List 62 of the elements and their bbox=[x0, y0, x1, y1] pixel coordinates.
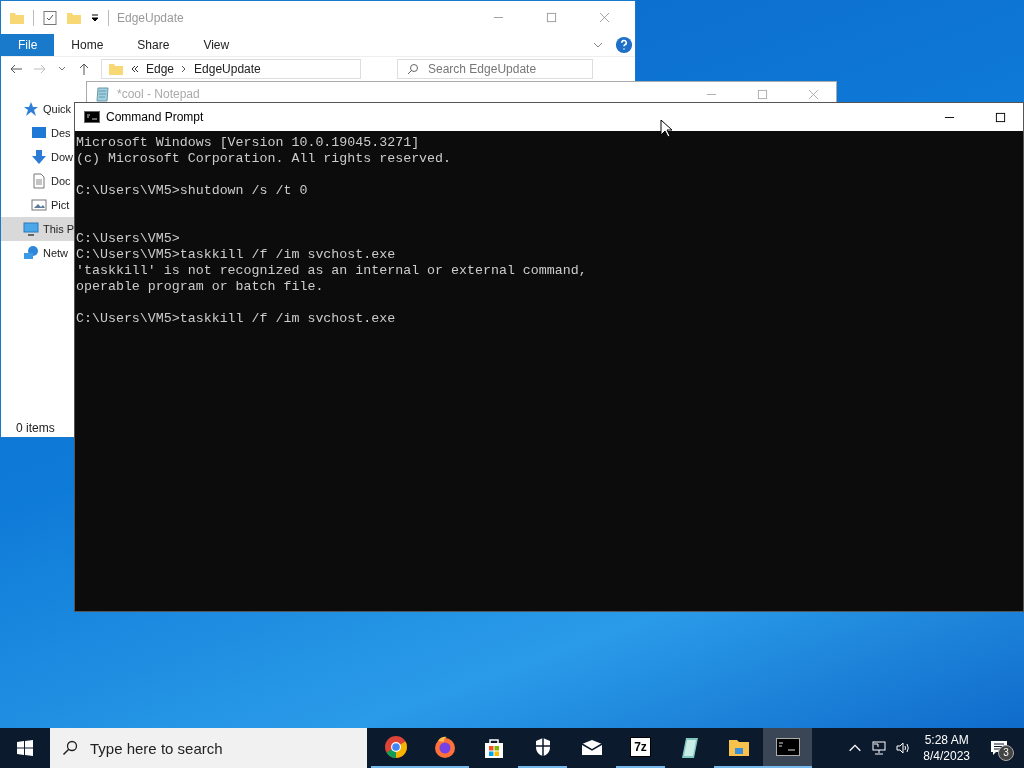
taskbar-search-field[interactable]: Type here to search bbox=[50, 728, 367, 768]
breadcrumb[interactable]: Edge bbox=[146, 62, 175, 76]
console-icon bbox=[84, 111, 100, 123]
nav-item[interactable]: This P bbox=[1, 217, 74, 241]
overflow-chevron-icon[interactable] bbox=[130, 64, 140, 74]
fox-icon bbox=[432, 735, 457, 759]
console-line: operable program or batch file. bbox=[76, 279, 324, 295]
clock[interactable]: 5:28 AM 8/4/2023 bbox=[923, 732, 970, 764]
maximize-icon[interactable] bbox=[995, 111, 1006, 123]
network-icon bbox=[23, 245, 39, 261]
taskbar-app[interactable]: 7z bbox=[616, 728, 665, 768]
ribbon-tab[interactable]: Home bbox=[54, 34, 121, 56]
nav-item[interactable]: Netw bbox=[1, 241, 74, 265]
window-title: Command Prompt bbox=[106, 110, 204, 124]
ribbon-tab[interactable]: View bbox=[186, 34, 247, 56]
ribbon-tab[interactable]: File bbox=[1, 34, 55, 56]
search-field[interactable]: Search EdgeUpdate bbox=[397, 59, 593, 79]
desktop-icon bbox=[31, 125, 47, 141]
document-icon bbox=[31, 173, 47, 189]
search-icon bbox=[62, 740, 78, 756]
notification-count: 3 bbox=[998, 745, 1014, 761]
address-bar[interactable]: Edge EdgeUpdate bbox=[101, 59, 361, 79]
help-icon[interactable] bbox=[615, 36, 633, 54]
nav-item[interactable]: Doc bbox=[1, 169, 74, 193]
notepad-icon bbox=[95, 86, 111, 102]
window-title: EdgeUpdate bbox=[117, 10, 184, 25]
archive-icon: 7z bbox=[630, 737, 651, 757]
network-icon[interactable] bbox=[871, 740, 888, 756]
pictures-icon bbox=[31, 197, 47, 213]
folder-icon bbox=[108, 61, 124, 77]
console-line: 'taskkill' is not recognized as an internal or external command, bbox=[76, 263, 587, 279]
computer-icon bbox=[23, 221, 39, 237]
chevron-icon[interactable] bbox=[593, 40, 603, 50]
dropdown-icon[interactable] bbox=[90, 12, 100, 23]
volume-icon[interactable] bbox=[895, 740, 912, 756]
ribbon-tab[interactable]: Share bbox=[120, 34, 187, 56]
nav-item[interactable]: Des bbox=[1, 121, 74, 145]
star-icon bbox=[23, 101, 39, 117]
close-icon[interactable] bbox=[599, 12, 610, 23]
console-line: C:\Users\VM5>taskkill /f /im svchost.exe bbox=[76, 247, 396, 263]
download-icon bbox=[31, 149, 47, 165]
chrome-icon bbox=[383, 735, 408, 759]
status-text: 0 items bbox=[16, 421, 55, 435]
back-icon[interactable] bbox=[9, 62, 23, 76]
window-title: *cool - Notepad bbox=[117, 87, 200, 101]
date-text: 8/4/2023 bbox=[923, 748, 970, 764]
properties-icon[interactable] bbox=[42, 9, 58, 26]
up-icon[interactable] bbox=[77, 62, 91, 76]
breadcrumb[interactable]: EdgeUpdate bbox=[194, 62, 261, 76]
nav-item[interactable]: Quick bbox=[1, 97, 74, 121]
console-icon bbox=[775, 735, 800, 759]
time-text: 5:28 AM bbox=[924, 732, 969, 748]
nav-item[interactable]: Dow bbox=[1, 145, 74, 169]
search-icon bbox=[407, 63, 419, 75]
nav-item[interactable]: Pict bbox=[1, 193, 74, 217]
start-icon[interactable] bbox=[17, 740, 33, 756]
console-line: Microsoft Windows [Version 10.0.19045.3271] bbox=[76, 135, 420, 151]
console-line: C:\Users\VM5>shutdown /s /t 0 bbox=[76, 183, 308, 199]
taskbar-app[interactable] bbox=[763, 728, 812, 768]
console-line: C:\Users\VM5>taskkill /f /im svchost.exe bbox=[76, 311, 396, 327]
console-line: (c) Microsoft Corporation. All rights reserved. bbox=[76, 151, 452, 167]
console-line: C:\Users\VM5> bbox=[76, 231, 180, 247]
